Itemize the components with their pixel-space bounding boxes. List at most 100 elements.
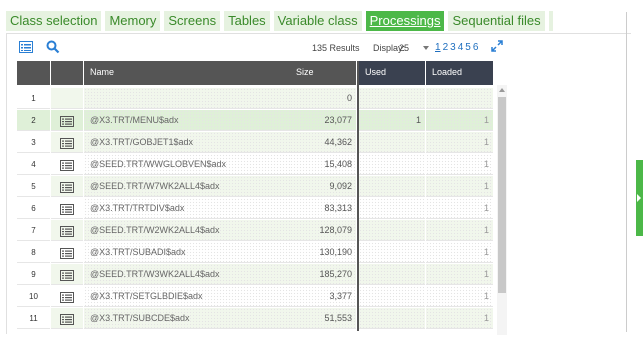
cell-size: 185,270 bbox=[290, 264, 356, 285]
table-row[interactable]: 11 @X3.TRT/SUBCDE$adx 51,553 1 bbox=[17, 308, 493, 330]
row-number: 2 bbox=[17, 110, 50, 131]
cell-used bbox=[359, 264, 425, 285]
cell-size: 51,553 bbox=[290, 308, 356, 329]
page-link-2[interactable]: 2 bbox=[443, 42, 449, 53]
row-detail-icon[interactable] bbox=[51, 110, 83, 131]
cell-used bbox=[359, 176, 425, 197]
table-row[interactable]: 7 @SEED.TRT/W2WK2ALL4$adx 128,079 1 bbox=[17, 220, 493, 242]
cell-used bbox=[359, 154, 425, 175]
header-loaded[interactable]: Loaded bbox=[426, 61, 493, 85]
table-row[interactable]: 2 @X3.TRT/MENU$adx 23,077 1 1 bbox=[17, 110, 493, 132]
row-number: 8 bbox=[17, 242, 50, 263]
scroll-up-icon[interactable] bbox=[499, 88, 505, 92]
cell-loaded: 1 bbox=[426, 110, 493, 131]
cell-size: 3,377 bbox=[290, 286, 356, 307]
row-detail-icon[interactable] bbox=[51, 154, 83, 175]
grid-vertical-scrollbar[interactable] bbox=[497, 85, 507, 335]
header-size[interactable]: Size bbox=[290, 61, 356, 85]
row-number: 1 bbox=[17, 88, 50, 109]
table-row[interactable]: 6 @X3.TRT/TRTDIV$adx 83,313 1 bbox=[17, 198, 493, 220]
row-detail-icon[interactable] bbox=[51, 242, 83, 263]
row-icon-cell bbox=[51, 88, 83, 109]
cell-used: 1 bbox=[359, 110, 425, 131]
table-row[interactable]: 5 @SEED.TRT/W7WK2ALL4$adx 9,092 1 bbox=[17, 176, 493, 198]
cell-used bbox=[359, 286, 425, 307]
page-link-5[interactable]: 5 bbox=[465, 42, 471, 53]
tab-processings[interactable]: Processings bbox=[365, 11, 445, 31]
table-row[interactable]: 8 @X3.TRT/SUBADI$adx 130,190 1 bbox=[17, 242, 493, 264]
tab-class-selection[interactable]: Class selection bbox=[6, 11, 102, 31]
header-name[interactable]: Name bbox=[84, 61, 290, 85]
cell-name: @X3.TRT/SUBCDE$adx bbox=[84, 308, 290, 329]
row-number: 9 bbox=[17, 264, 50, 285]
cell-loaded: 1 bbox=[426, 176, 493, 197]
row-detail-icon[interactable] bbox=[51, 264, 83, 285]
table-row[interactable]: 10 bbox=[17, 88, 493, 110]
header-used[interactable]: Used bbox=[359, 61, 425, 85]
cell-name: @SEED.TRT/W2WK2ALL4$adx bbox=[84, 220, 290, 241]
row-detail-icon[interactable] bbox=[51, 176, 83, 197]
list-view-icon[interactable] bbox=[19, 40, 33, 53]
cell-size: 23,077 bbox=[290, 110, 356, 131]
table-row[interactable]: 10 @X3.TRT/SETGLBDIE$adx 3,377 1 bbox=[17, 286, 493, 308]
grid-toolbar: 135 Results Display: 25 1 2 3 4 5 6 bbox=[7, 34, 507, 58]
row-number: 5 bbox=[17, 176, 50, 197]
cell-used bbox=[359, 220, 425, 241]
expand-icon[interactable] bbox=[491, 39, 503, 52]
cell-name: @X3.TRT/GOBJET1$adx bbox=[84, 132, 290, 153]
cell-used bbox=[359, 198, 425, 219]
row-detail-icon[interactable] bbox=[51, 132, 83, 153]
results-count: 135 Results bbox=[312, 43, 360, 53]
cell-size: 15,408 bbox=[290, 154, 356, 175]
cell-used bbox=[359, 88, 425, 109]
expand-right-icon bbox=[637, 194, 641, 202]
side-panel-toggle[interactable] bbox=[636, 160, 643, 236]
cell-size: 130,190 bbox=[290, 242, 356, 263]
cell-name: @SEED.TRT/W7WK2ALL4$adx bbox=[84, 176, 290, 197]
header-row-number bbox=[17, 61, 50, 85]
row-detail-icon[interactable] bbox=[51, 220, 83, 241]
table-row[interactable]: 4 @SEED.TRT/WWGLOBVEN$adx 15,408 1 bbox=[17, 154, 493, 176]
processings-panel: 135 Results Display: 25 1 2 3 4 5 6 Name… bbox=[6, 33, 631, 335]
page-link-1[interactable]: 1 bbox=[435, 42, 441, 53]
page-link-4[interactable]: 4 bbox=[458, 42, 464, 53]
row-number: 10 bbox=[17, 286, 50, 307]
cell-loaded: 1 bbox=[426, 132, 493, 153]
search-icon[interactable] bbox=[46, 40, 60, 54]
cell-name bbox=[84, 88, 290, 109]
tab-bar: Class selection Memory Screens Tables Va… bbox=[6, 11, 553, 31]
table-row[interactable]: 9 @SEED.TRT/W3WK2ALL4$adx 185,270 1 bbox=[17, 264, 493, 286]
tab-memory[interactable]: Memory bbox=[105, 11, 161, 31]
display-value[interactable]: 25 bbox=[399, 43, 409, 53]
tab-variable-class[interactable]: Variable class bbox=[273, 11, 362, 31]
cell-name: @SEED.TRT/W3WK2ALL4$adx bbox=[84, 264, 290, 285]
row-detail-icon[interactable] bbox=[51, 286, 83, 307]
cell-used bbox=[359, 132, 425, 153]
row-number: 7 bbox=[17, 220, 50, 241]
pagination: 1 2 3 4 5 6 bbox=[435, 42, 478, 53]
cell-loaded: 1 bbox=[426, 154, 493, 175]
scrollbar-thumb[interactable] bbox=[498, 97, 506, 293]
row-number: 3 bbox=[17, 132, 50, 153]
row-detail-icon[interactable] bbox=[51, 198, 83, 219]
table-row[interactable]: 3 @X3.TRT/GOBJET1$adx 44,362 1 bbox=[17, 132, 493, 154]
display-dropdown-icon[interactable] bbox=[423, 46, 429, 50]
cell-loaded: 1 bbox=[426, 264, 493, 285]
cell-used bbox=[359, 308, 425, 329]
cell-size: 128,079 bbox=[290, 220, 356, 241]
cell-size: 44,362 bbox=[290, 132, 356, 153]
page-link-3[interactable]: 3 bbox=[450, 42, 456, 53]
cell-loaded: 1 bbox=[426, 308, 493, 329]
tab-sequential-files[interactable]: Sequential files bbox=[448, 11, 545, 31]
cell-loaded bbox=[426, 88, 493, 109]
cell-size: 0 bbox=[290, 88, 356, 109]
row-detail-icon[interactable] bbox=[51, 308, 83, 329]
cell-used bbox=[359, 242, 425, 263]
tab-tables[interactable]: Tables bbox=[224, 11, 270, 31]
tab-screens[interactable]: Screens bbox=[164, 11, 221, 31]
row-number: 6 bbox=[17, 198, 50, 219]
header-icon-column bbox=[51, 61, 83, 85]
page-link-6[interactable]: 6 bbox=[473, 42, 479, 53]
cell-name: @X3.TRT/MENU$adx bbox=[84, 110, 290, 131]
cell-name: @X3.TRT/SETGLBDIE$adx bbox=[84, 286, 290, 307]
